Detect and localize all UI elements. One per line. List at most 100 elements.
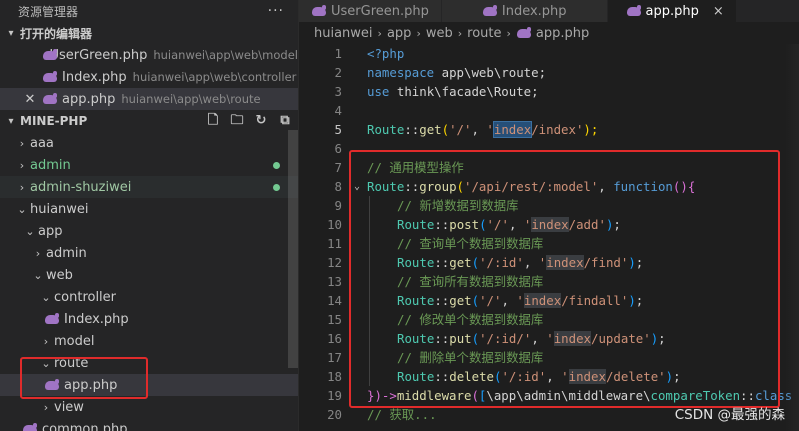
fold-chevron-icon[interactable]: ⌄	[351, 177, 363, 196]
keyword: function	[613, 179, 673, 194]
open-editors-section[interactable]: ▾ 打开的编辑器	[0, 22, 298, 44]
git-modified-dot	[273, 161, 280, 169]
tree-folder-admin[interactable]: › admin	[0, 154, 298, 176]
php-file-icon	[626, 5, 642, 17]
tab-usergreen[interactable]: UserGreen.php	[299, 0, 442, 22]
chevron-down-icon: ▾	[8, 27, 14, 39]
tree-folder-app-admin[interactable]: › admin	[0, 242, 298, 264]
tree-folder-aaa[interactable]: › aaa	[0, 132, 298, 154]
open-editor-item[interactable]: Index.php huianwei\app\web\controller	[0, 66, 298, 88]
string: '/:id/'	[479, 331, 532, 346]
keyword: use	[367, 84, 390, 99]
php-file-icon	[22, 423, 38, 431]
match-highlight: index	[553, 331, 592, 346]
function-name: put	[449, 331, 472, 346]
chevron-right-icon: ›	[457, 26, 463, 40]
punct: );	[583, 122, 599, 137]
function-name: get	[449, 293, 472, 308]
line-number: 11	[327, 236, 342, 251]
tree-item-label: common.php	[42, 421, 128, 431]
punct: ;	[531, 84, 539, 99]
tree-folder-huianwei[interactable]: ⌄ huianwei	[0, 198, 298, 220]
code-line-3: use think\facade\Route;	[367, 82, 539, 101]
code-line-8: Route::group('/api/rest/:model', functio…	[367, 179, 696, 194]
chevron-down-icon: ⌄	[41, 290, 51, 304]
more-actions-icon[interactable]: ···	[268, 3, 284, 19]
tree-item-label: app.php	[64, 377, 118, 393]
match-highlight: index	[523, 293, 562, 308]
tree-file-index-php[interactable]: Index.php	[0, 308, 298, 330]
editor: UserGreen.php Index.php app.php × huianw…	[298, 0, 799, 431]
sidebar-scrollbar[interactable]	[288, 130, 298, 368]
new-file-icon[interactable]: 🗋	[204, 112, 222, 130]
namespace: think\facade\Route	[396, 84, 532, 99]
collapse-all-icon[interactable]: ⧉	[276, 112, 294, 130]
string: '/'	[479, 293, 502, 308]
open-editor-name: UserGreen.php	[49, 47, 148, 63]
project-label: MINE-PHP	[20, 114, 88, 128]
tree-file-common-php[interactable]: common.php	[0, 418, 298, 431]
code-line-20-comment: // 获取...	[367, 407, 437, 422]
string: '/:id'	[479, 255, 524, 270]
open-editors-label: 打开的编辑器	[20, 26, 93, 41]
php-open-tag: <?php	[367, 46, 405, 61]
tree-folder-app[interactable]: ⌄ app	[0, 220, 298, 242]
keyword: namespace	[367, 65, 435, 80]
tree-folder-view[interactable]: › view	[0, 396, 298, 418]
refresh-icon[interactable]: ↻	[252, 112, 270, 130]
open-editor-item[interactable]: UserGreen.php huianwei\app\web\model	[0, 44, 298, 66]
line-number: 1	[334, 46, 342, 61]
line-number: 18	[327, 369, 342, 384]
function-name: get	[419, 122, 442, 137]
breadcrumb-item[interactable]: route	[467, 26, 501, 41]
tab-index[interactable]: Index.php	[441, 0, 608, 22]
string: /index'	[531, 122, 584, 137]
open-editor-item-active[interactable]: ✕ app.php huianwei\app\web\route	[0, 88, 298, 110]
code-line-9-comment: // 新增数据到数据库	[397, 198, 519, 213]
tree-folder-admin-shuziwei[interactable]: › admin-shuziwei	[0, 176, 298, 198]
line-number: 5	[334, 122, 342, 137]
tree-folder-model[interactable]: › model	[0, 330, 298, 352]
breadcrumb-item[interactable]: huianwei	[314, 26, 373, 41]
tree-folder-web[interactable]: ⌄ web	[0, 264, 298, 286]
tree-folder-controller[interactable]: ⌄ controller	[0, 286, 298, 308]
string: '/'	[486, 217, 509, 232]
new-folder-icon[interactable]: 🗀	[228, 112, 246, 130]
punct: ::	[740, 388, 755, 403]
chevron-down-icon: ⌄	[33, 268, 43, 282]
tree-folder-route[interactable]: ⌄ route	[0, 352, 298, 374]
chevron-right-icon: ›	[377, 26, 382, 40]
function-name: group	[419, 179, 457, 194]
breadcrumb-item[interactable]: app.php	[536, 26, 589, 41]
code-area[interactable]: 1 2 3 4 5 6 7 8 9 10 11 12 13 14 15 16 1…	[299, 44, 799, 431]
line-number: 15	[327, 312, 342, 327]
tree-item-label: controller	[54, 289, 117, 305]
line-number: 16	[327, 331, 342, 346]
tree-item-label: admin	[46, 245, 87, 261]
chevron-right-icon: ›	[506, 26, 511, 40]
close-tab-icon[interactable]: ×	[713, 4, 724, 19]
line-number: 4	[334, 103, 342, 118]
match-highlight: index	[568, 369, 606, 384]
punct: ::	[404, 179, 420, 194]
class-name: Route	[367, 179, 405, 194]
tree-file-app-php[interactable]: app.php	[0, 374, 298, 396]
project-section[interactable]: ▾ MINE-PHP 🗋 🗀 ↻ ⧉	[0, 110, 298, 132]
tree-item-label: admin-shuziwei	[30, 179, 132, 195]
class-name: compareToken	[650, 388, 741, 403]
php-file-icon	[516, 27, 532, 39]
close-icon[interactable]: ✕	[22, 92, 38, 107]
code-line-15-comment: // 修改单个数据到数据库	[397, 312, 544, 327]
tab-label: app.php	[645, 3, 699, 19]
breadcrumb-item[interactable]: web	[426, 26, 453, 41]
explorer-header: 资源管理器 ···	[0, 0, 298, 22]
string: '/:id'	[501, 369, 547, 384]
string: /add'	[568, 217, 606, 232]
breadcrumb-item[interactable]: app	[387, 26, 411, 41]
tab-app-php[interactable]: app.php ×	[607, 0, 737, 22]
punct: ::	[404, 122, 420, 137]
class-name: Route	[367, 122, 405, 137]
line-number: 13	[327, 274, 342, 289]
chevron-down-icon: ⌄	[41, 356, 51, 370]
tab-label: Index.php	[501, 3, 567, 19]
